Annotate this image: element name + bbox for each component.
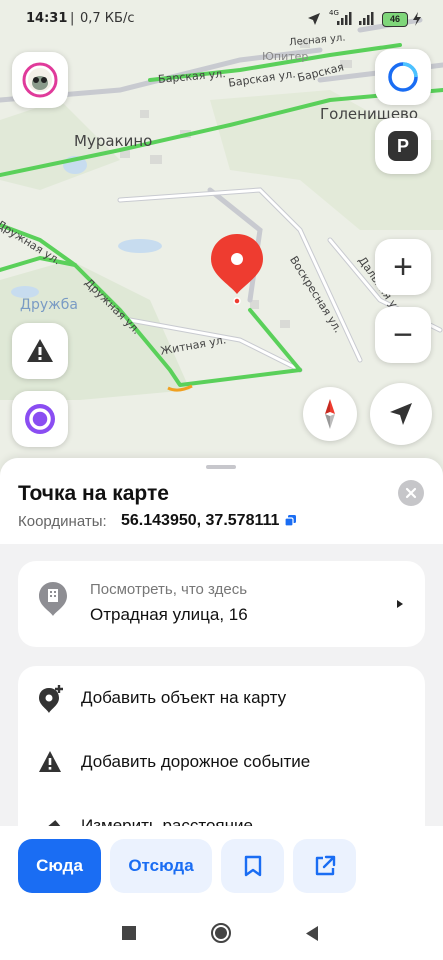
close-button[interactable] [398,480,424,506]
status-bar: 14:31 | 0,7 КБ/с 4G 46 [0,0,443,40]
bookmark-icon [244,855,261,877]
assistant-circle-button[interactable] [375,49,431,105]
status-time: 14:31 [26,11,68,26]
building-pin-icon [39,582,67,616]
recents-icon[interactable] [122,926,136,940]
alice-icon [25,404,55,434]
my-location-button[interactable] [370,383,432,445]
avatar-icon [22,62,58,98]
sheet-header: Точка на карте Координаты: 56.143950, 37… [0,458,443,544]
status-speed-separator: | [70,11,75,26]
add-road-event-label: Добавить дорожное событие [81,752,311,771]
coordinates-value[interactable]: 56.143950, 37.578111 [121,512,279,530]
share-button[interactable] [293,839,356,893]
charging-icon [413,12,421,26]
alice-assistant-button[interactable] [12,391,68,447]
chevron-right-icon [397,600,403,608]
copy-icon[interactable] [284,514,297,527]
route-action-bar: Сюда Отсюда [0,826,443,906]
home-icon[interactable] [211,923,231,943]
actions-card: Добавить объект на карту Добавить дорожн… [18,666,425,846]
add-object-action[interactable]: Добавить объект на карту [18,666,425,730]
circle-logo-icon [388,62,418,92]
system-navigation-bar [0,906,443,960]
sheet-drag-handle[interactable] [206,465,236,469]
location-pin-icon [211,234,263,305]
add-place-icon [39,685,63,713]
road-events-button[interactable] [12,323,68,379]
compass-icon [325,399,335,429]
minus-icon: − [393,316,413,354]
location-arrow-icon [308,13,320,25]
add-road-event-action[interactable]: Добавить дорожное событие [18,730,425,794]
sheet-title: Точка на карте [18,482,169,505]
warning-icon [39,751,61,772]
signal-icon [337,12,374,25]
battery-icon: 46 [382,12,408,27]
bookmark-button[interactable] [221,839,284,893]
route-here-button[interactable]: Сюда [18,839,101,893]
status-speed: 0,7 КБ/с [80,11,135,26]
profile-avatar-button[interactable] [12,52,68,108]
map-label-yupiter: Юпитер [262,50,309,63]
navigation-arrow-icon [390,403,412,425]
zoom-in-button[interactable]: + [375,239,431,295]
warning-icon [27,339,53,362]
share-icon [315,855,335,876]
whats-here-address: Отрадная улица, 16 [90,605,248,624]
add-object-label: Добавить объект на карту [81,688,287,707]
map-label-murakino: Муракино [74,132,153,150]
whats-here-card[interactable]: Посмотреть, что здесь Отрадная улица, 16 [18,561,425,647]
map-label-druzhba: Дружба [20,297,78,313]
parking-button[interactable]: P [375,118,431,174]
compass-button[interactable] [303,387,357,441]
parking-icon: P [388,131,418,161]
route-from-here-button[interactable]: Отсюда [110,839,212,893]
close-icon [405,487,417,499]
zoom-out-button[interactable]: − [375,307,431,363]
whats-here-caption: Посмотреть, что здесь [90,581,248,598]
plus-icon: + [393,248,413,286]
back-icon[interactable] [304,925,320,942]
coordinates-label: Координаты: [18,513,107,530]
